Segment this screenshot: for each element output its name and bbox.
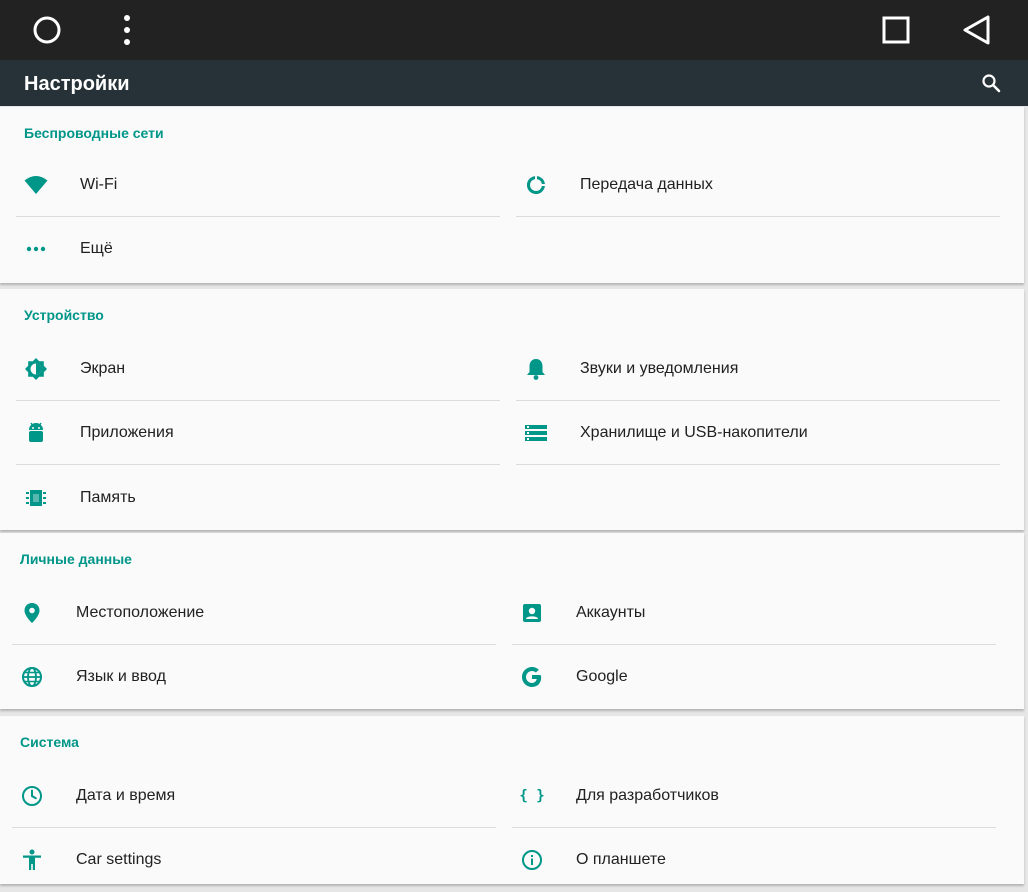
setting-memory[interactable]: Память bbox=[16, 466, 500, 530]
setting-label: Дата и время bbox=[76, 787, 176, 804]
setting-google[interactable]: Google bbox=[512, 645, 996, 709]
setting-wifi[interactable]: Wi-Fi bbox=[16, 153, 500, 217]
section-header-device: Устройство bbox=[24, 307, 104, 323]
info-icon bbox=[512, 828, 552, 892]
recents-button[interactable] bbox=[876, 0, 916, 60]
setting-label: Память bbox=[80, 489, 136, 506]
setting-about[interactable]: О планшете bbox=[512, 828, 996, 892]
setting-storage[interactable]: Хранилище и USB-накопители bbox=[516, 401, 1000, 465]
setting-label: Передача данных bbox=[580, 176, 713, 193]
search-button[interactable] bbox=[976, 68, 1006, 98]
section-wireless: Беспроводные сети Wi-Fi Передача данных … bbox=[0, 107, 1024, 283]
section-header-personal: Личные данные bbox=[20, 551, 132, 567]
setting-label: Приложения bbox=[80, 424, 174, 441]
setting-label: Местоположение bbox=[76, 604, 205, 621]
setting-data-usage[interactable]: Передача данных bbox=[516, 153, 1000, 217]
setting-accounts[interactable]: Аккаунты bbox=[512, 581, 996, 645]
page-title: Настройки bbox=[24, 73, 130, 95]
code-braces-icon: { } bbox=[519, 788, 545, 804]
accessibility-icon bbox=[12, 828, 52, 892]
setting-label: О планшете bbox=[576, 851, 666, 868]
overflow-menu-icon bbox=[124, 15, 130, 45]
system-navigation-bar bbox=[0, 0, 1028, 60]
circle-home-icon bbox=[33, 16, 61, 44]
bell-icon bbox=[516, 337, 556, 401]
brightness-icon bbox=[16, 337, 56, 401]
setting-sounds[interactable]: Звуки и уведомления bbox=[516, 337, 1000, 401]
android-icon bbox=[16, 401, 56, 465]
setting-label: Звуки и уведомления bbox=[580, 360, 739, 377]
back-button[interactable] bbox=[956, 0, 996, 60]
setting-car[interactable]: Car settings bbox=[12, 828, 496, 892]
setting-label: Аккаунты bbox=[576, 604, 646, 621]
setting-label: Car settings bbox=[76, 851, 162, 868]
more-dots-icon bbox=[16, 217, 56, 281]
section-personal: Личные данные Местоположение Аккаунты Яз… bbox=[0, 533, 1024, 709]
square-recents-icon bbox=[882, 16, 910, 44]
setting-label: Google bbox=[576, 668, 628, 685]
data-usage-icon bbox=[516, 153, 556, 217]
search-icon bbox=[982, 74, 1001, 93]
google-icon bbox=[512, 645, 552, 709]
memory-chip-icon bbox=[16, 466, 56, 530]
setting-display[interactable]: Экран bbox=[16, 337, 500, 401]
setting-location[interactable]: Местоположение bbox=[12, 581, 496, 645]
section-device: Устройство Экран Звуки и уведомления При… bbox=[0, 289, 1024, 530]
section-system: Система Дата и время { } Для разработчик… bbox=[0, 716, 1024, 884]
setting-date-time[interactable]: Дата и время bbox=[12, 764, 496, 828]
setting-label: Ещё bbox=[80, 240, 113, 257]
section-header-system: Система bbox=[20, 734, 79, 750]
clock-icon bbox=[12, 764, 52, 828]
setting-more[interactable]: Ещё bbox=[16, 217, 500, 281]
app-bar: Настройки bbox=[0, 60, 1028, 106]
setting-label: Для разработчиков bbox=[576, 787, 719, 804]
menu-button[interactable] bbox=[112, 0, 142, 60]
setting-label: Язык и ввод bbox=[76, 668, 166, 685]
setting-label: Wi-Fi bbox=[80, 176, 118, 193]
setting-label: Экран bbox=[80, 360, 126, 377]
setting-label: Хранилище и USB-накопители bbox=[580, 424, 808, 441]
home-button[interactable] bbox=[27, 0, 67, 60]
setting-developer[interactable]: { } Для разработчиков bbox=[512, 764, 996, 828]
account-box-icon bbox=[512, 581, 552, 645]
globe-icon bbox=[12, 645, 52, 709]
storage-icon bbox=[516, 401, 556, 465]
location-pin-icon bbox=[12, 581, 52, 645]
setting-apps[interactable]: Приложения bbox=[16, 401, 500, 465]
setting-language[interactable]: Язык и ввод bbox=[12, 645, 496, 709]
section-header-wireless: Беспроводные сети bbox=[24, 125, 164, 141]
wifi-icon bbox=[16, 153, 56, 217]
triangle-back-icon bbox=[963, 15, 990, 45]
